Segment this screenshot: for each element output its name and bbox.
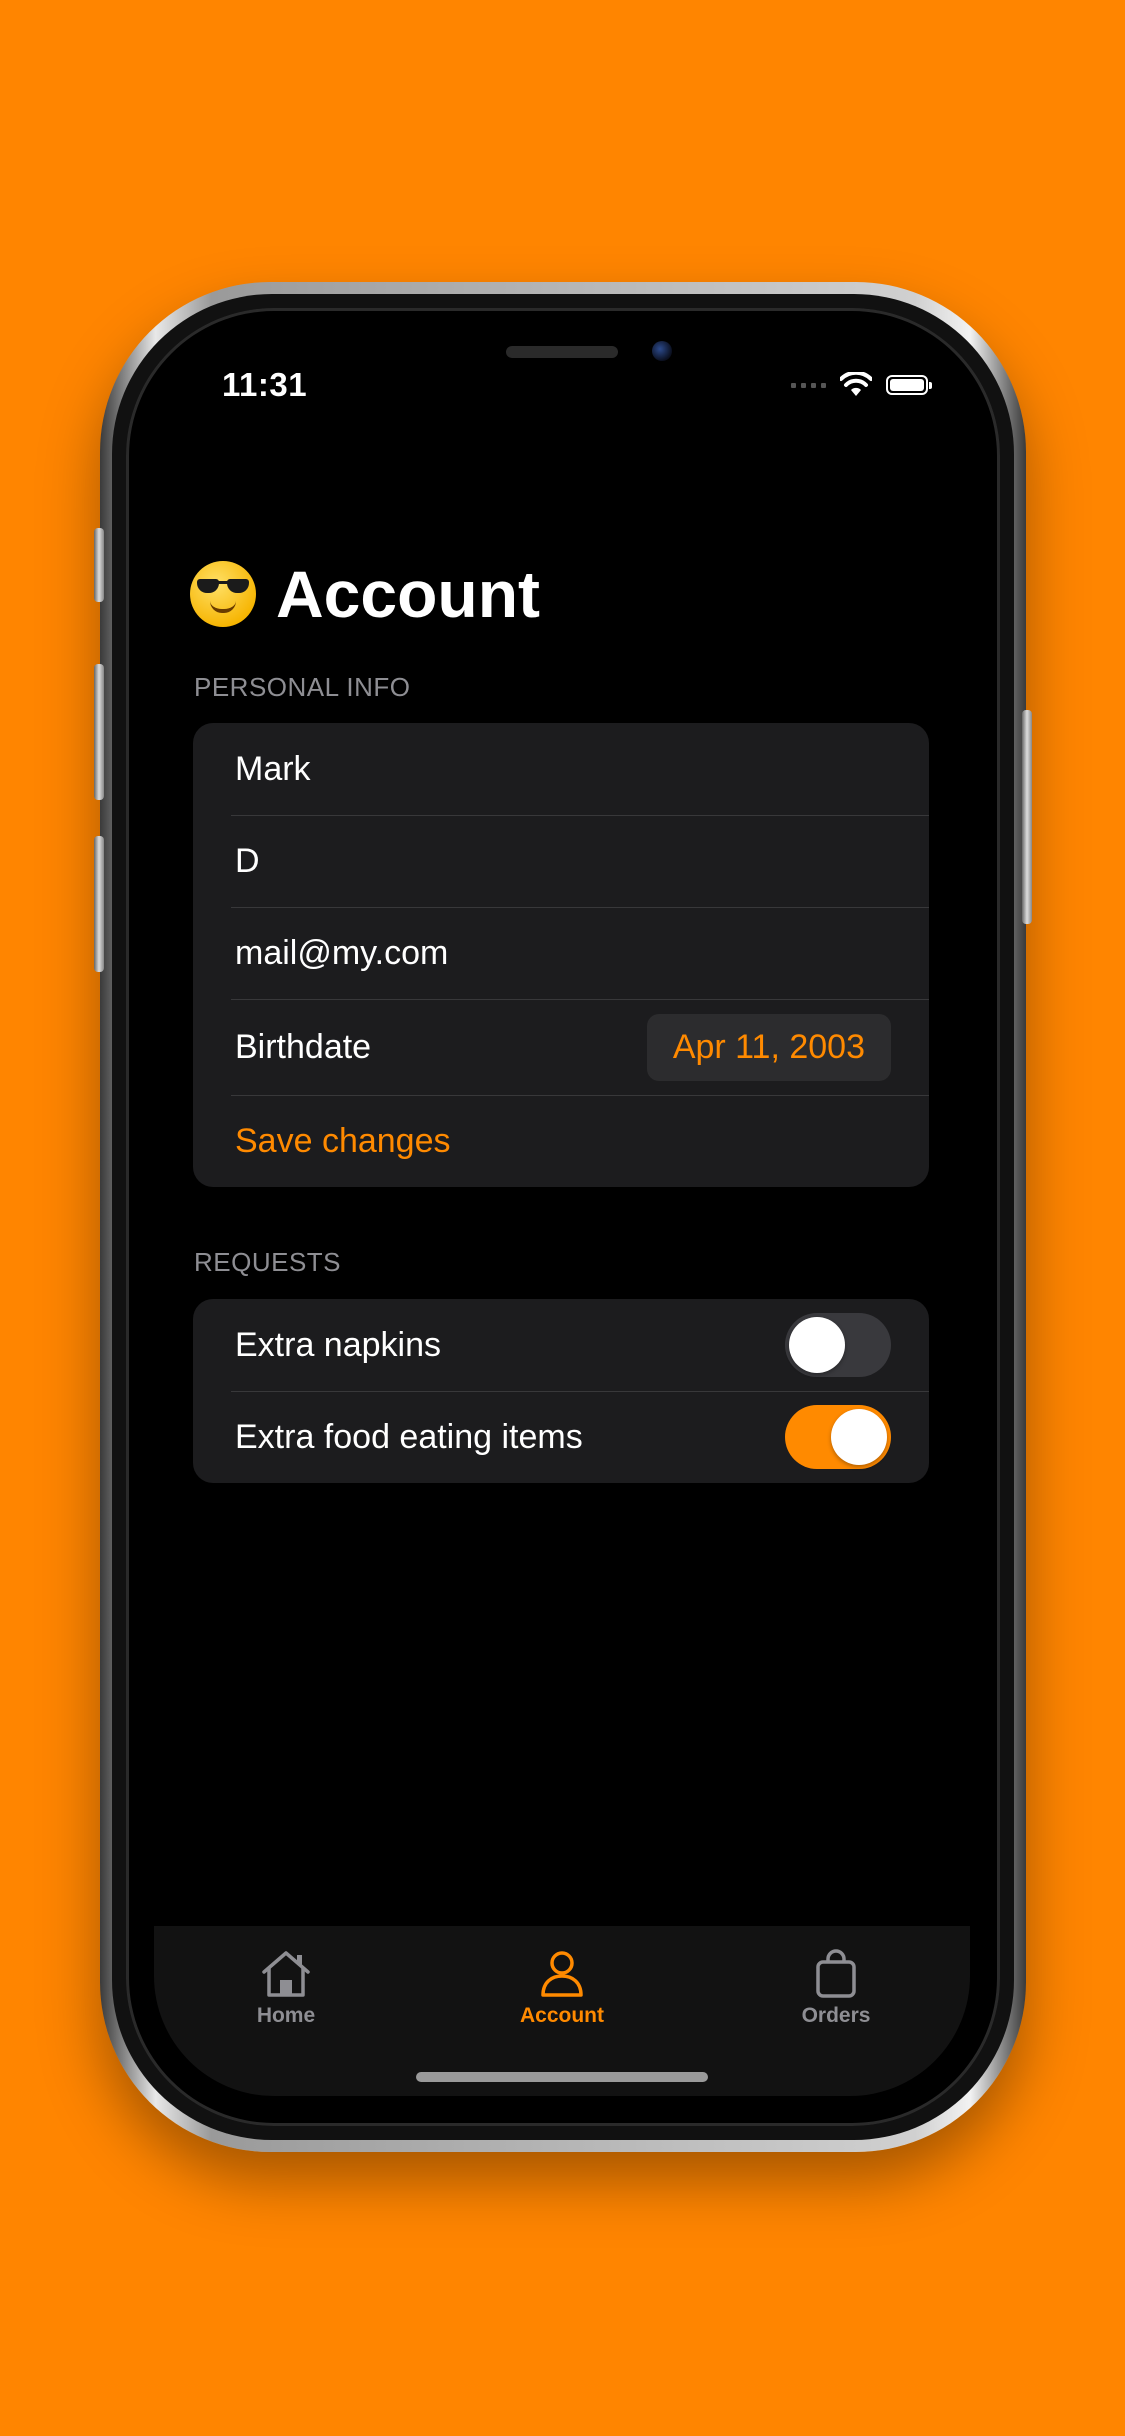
house-icon — [262, 1951, 310, 1997]
volume-up-button — [94, 664, 104, 800]
screen: 11:31 Account PERSONAL INFO Mark D mail@… — [154, 326, 970, 2096]
save-changes-label: Save changes — [235, 1121, 451, 1160]
person-icon — [541, 1951, 583, 1997]
tab-bar: Home Account Orders — [154, 1926, 970, 2096]
email-field[interactable]: mail@my.com — [193, 907, 929, 999]
extra-napkins-row: Extra napkins — [193, 1299, 929, 1391]
last-name-field[interactable]: D — [193, 815, 929, 907]
battery-icon — [886, 375, 932, 395]
requests-group: Extra napkins Extra food eating items — [193, 1299, 929, 1483]
page-title: Account — [276, 557, 540, 631]
tab-account-label: Account — [520, 2004, 604, 2027]
toggle-knob — [789, 1317, 845, 1373]
last-name-value: D — [235, 841, 260, 880]
email-value: mail@my.com — [235, 933, 449, 972]
sunglasses-emoji-icon — [190, 561, 256, 627]
header: Account — [190, 556, 540, 632]
status-time: 11:31 — [222, 366, 308, 403]
wifi-icon — [840, 372, 872, 396]
birthdate-picker[interactable]: Apr 11, 2003 — [646, 1013, 891, 1081]
home-indicator[interactable] — [416, 2072, 708, 2082]
front-camera — [652, 341, 672, 361]
volume-down-button — [94, 836, 104, 972]
tab-account[interactable]: Account — [472, 1948, 652, 2028]
tab-orders[interactable]: Orders — [746, 1948, 926, 2028]
silent-switch — [94, 528, 104, 602]
first-name-field[interactable]: Mark — [193, 723, 929, 815]
power-button — [1022, 710, 1032, 924]
first-name-value: Mark — [235, 749, 311, 788]
tab-home[interactable]: Home — [196, 1948, 376, 2028]
save-changes-button[interactable]: Save changes — [193, 1095, 929, 1187]
extra-napkins-toggle[interactable] — [785, 1313, 891, 1377]
extra-napkins-label: Extra napkins — [235, 1325, 441, 1364]
tab-home-label: Home — [256, 2004, 316, 2027]
tab-orders-label: Orders — [801, 2004, 871, 2027]
earpiece-speaker — [506, 346, 618, 358]
status-icons — [791, 370, 932, 400]
birthdate-label: Birthdate — [235, 1027, 372, 1066]
extra-food-items-row: Extra food eating items — [193, 1391, 929, 1483]
cellular-signal-icon — [791, 382, 826, 388]
toggle-knob — [831, 1409, 887, 1465]
personal-info-header: PERSONAL INFO — [194, 672, 411, 702]
extra-food-items-label: Extra food eating items — [235, 1417, 583, 1456]
personal-info-group: Mark D mail@my.com Birthdate Apr 11, 200… — [193, 723, 929, 1187]
extra-food-items-toggle[interactable] — [785, 1405, 891, 1469]
birthdate-row: Birthdate Apr 11, 2003 — [193, 999, 929, 1095]
requests-header: REQUESTS — [194, 1247, 342, 1277]
bag-icon — [816, 1949, 856, 1998]
